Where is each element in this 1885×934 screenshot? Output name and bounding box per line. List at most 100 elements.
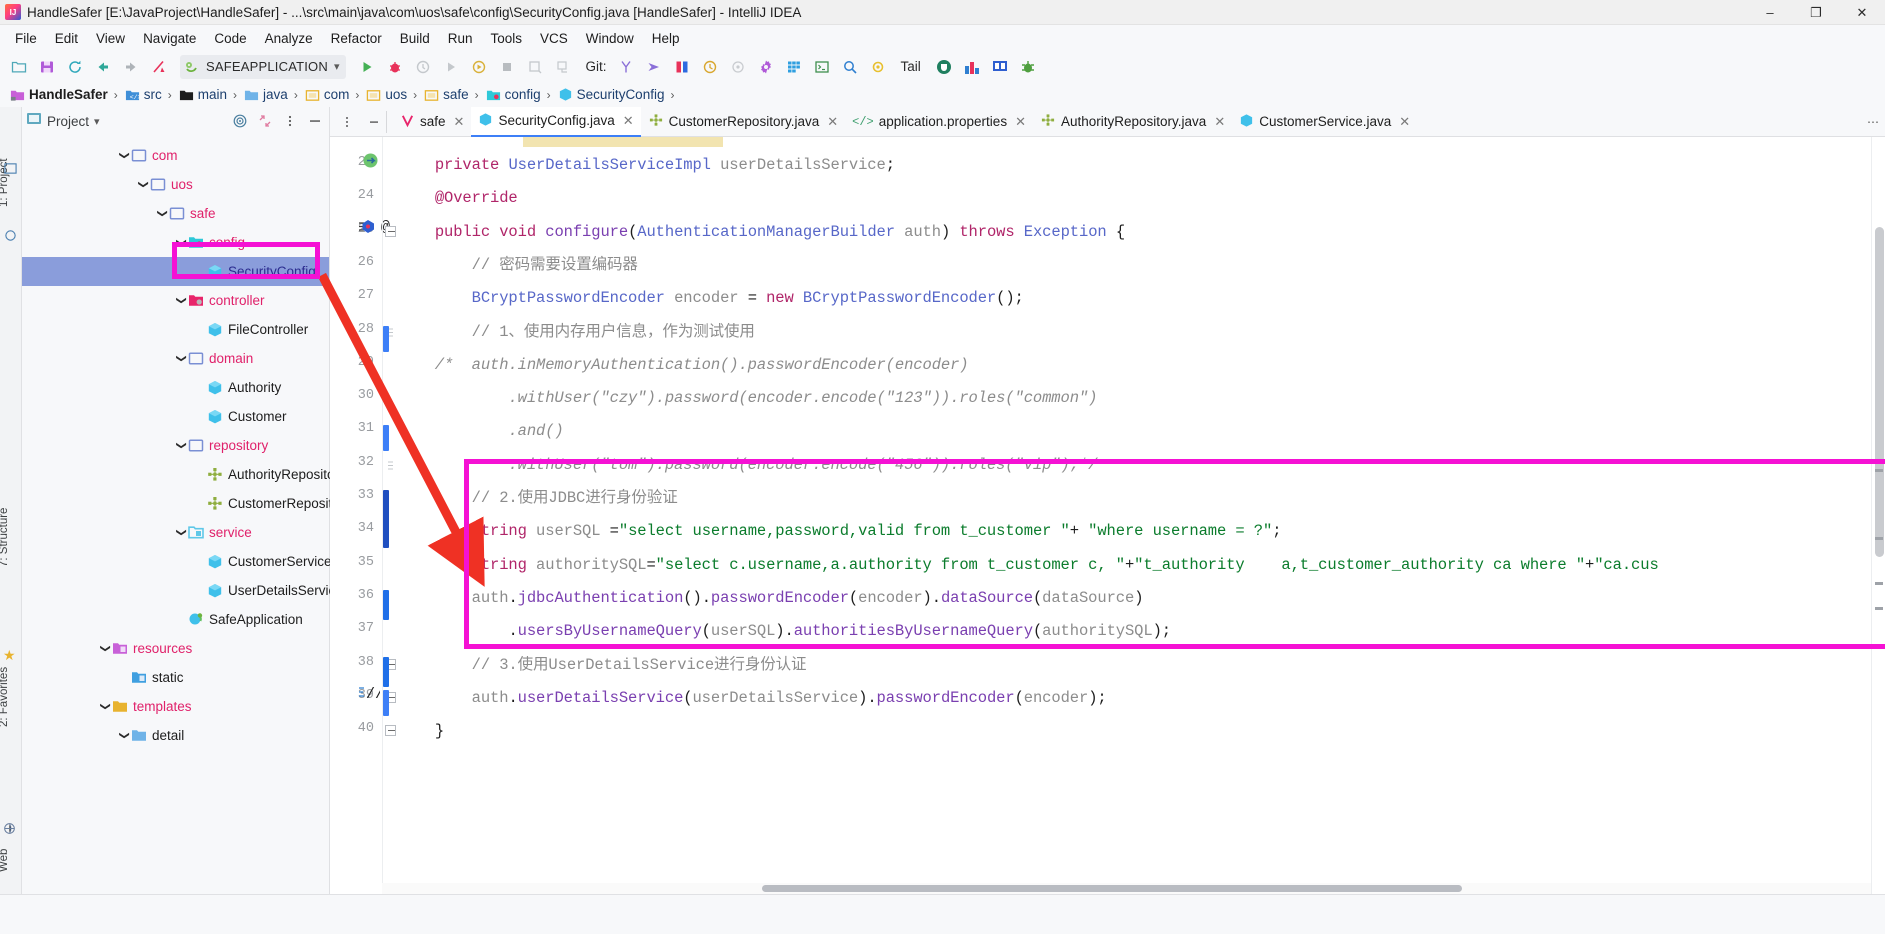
tree-item-authorityrepository[interactable]: AuthorityRepository [22,460,346,489]
build-icon[interactable] [146,54,172,80]
terminal-icon[interactable] [809,54,835,80]
tree-item-authority[interactable]: Authority [22,373,329,402]
spring-bean-gutter-icon[interactable] [358,218,378,240]
close-icon[interactable]: ✕ [827,114,838,130]
minimize-button[interactable]: – [1747,0,1793,25]
menu-window[interactable]: Window [577,29,643,48]
tree-item-service[interactable]: ❯ service [22,518,329,547]
menu-tools[interactable]: Tools [482,29,532,48]
chevron-down-icon[interactable]: ▾ [94,115,100,128]
stack-icon[interactable] [550,54,576,80]
chevron-down-icon[interactable]: ❯ [176,439,187,453]
tree-item-safeapplication[interactable]: SafeApplication [22,605,329,634]
tool-window-favorites[interactable]: 2: Favorites [0,667,10,727]
settings-gear-icon[interactable] [753,54,779,80]
chevron-down-icon[interactable]: ❯ [176,236,187,250]
attach-debugger-icon[interactable] [466,54,492,80]
marker-scrollbar[interactable] [1871,137,1885,894]
hide-panel-icon[interactable] [361,109,386,135]
coffee-icon[interactable] [931,54,957,80]
menu-analyze[interactable]: Analyze [256,29,322,48]
tree-item-repository[interactable]: ❯ repository [22,431,329,460]
maximize-button[interactable]: ❐ [1793,0,1839,25]
chevron-down-icon[interactable]: ❯ [119,729,130,743]
chevron-down-icon[interactable]: ▾ [334,60,340,73]
breadcrumb-item-handlesafer[interactable]: HandleSafer [8,87,110,102]
search-icon[interactable] [837,54,863,80]
breadcrumb-item-java[interactable]: java [242,87,290,102]
tree-item-resources[interactable]: ❯ resources [22,634,329,663]
hide-panel-icon[interactable] [305,111,325,131]
tail-label[interactable]: Tail [901,59,921,74]
step-icon[interactable] [522,54,548,80]
tree-item-templates[interactable]: ❯ templates [22,692,329,721]
profile-icon[interactable] [438,54,464,80]
code-editor[interactable]: 232425262728293031323334353637383940@// … [330,137,1885,894]
stop-icon[interactable] [494,54,520,80]
menu-build[interactable]: Build [391,29,439,48]
git-diff-icon[interactable] [669,54,695,80]
tree-item-securityconfig[interactable]: SecurityConfig [22,257,329,286]
menu-view[interactable]: View [87,29,134,48]
coverage-icon[interactable] [410,54,436,80]
tree-item-controller[interactable]: ❯ controller [22,286,329,315]
menu-edit[interactable]: Edit [46,29,87,48]
git-push-icon[interactable] [641,54,667,80]
horizontal-scrollbar[interactable] [382,883,1871,894]
breadcrumb-item-main[interactable]: main [177,87,229,102]
tree-item-domain[interactable]: ❯ domain [22,344,329,373]
fold-collapse-icon[interactable] [385,725,396,737]
back-icon[interactable] [90,54,116,80]
tree-item-customer[interactable]: Customer [22,402,329,431]
menu-navigate[interactable]: Navigate [134,29,205,48]
database-icon[interactable] [959,54,985,80]
git-branch-icon[interactable] [613,54,639,80]
save-all-icon[interactable] [34,54,60,80]
code-folding-column[interactable] [382,137,398,894]
close-icon[interactable]: ✕ [1399,114,1410,130]
forward-icon[interactable] [118,54,144,80]
tree-item-safe[interactable]: ❯ safe [22,199,329,228]
fold-collapse-icon[interactable] [385,225,396,237]
close-icon[interactable]: ✕ [454,114,465,130]
tree-item-userdetailsserviceim[interactable]: UserDetailsServiceIm [22,576,358,605]
tab-safe[interactable]: safe ✕ [393,107,471,137]
breadcrumb-item-safe[interactable]: safe [422,87,471,102]
bug-green-icon[interactable] [1015,54,1041,80]
menu-refactor[interactable]: Refactor [322,29,391,48]
chevron-down-icon[interactable]: ❯ [176,526,187,540]
breadcrumb-item-src[interactable]: </> src [123,87,164,102]
tab-customerrepository-java[interactable]: CustomerRepository.java ✕ [641,107,845,137]
breadcrumb-item-com[interactable]: com [303,87,352,102]
structure-tool-icon[interactable] [4,229,17,247]
git-revert-icon[interactable] [725,54,751,80]
tree-item-filecontroller[interactable]: FileController [22,315,329,344]
tab-authorityrepository-java[interactable]: AuthorityRepository.java ✕ [1033,107,1232,137]
locate-target-icon[interactable] [230,111,250,131]
git-history-icon[interactable] [697,54,723,80]
tab-customerservice-java[interactable]: CustomerService.java ✕ [1232,107,1417,137]
chevron-down-icon[interactable]: ❯ [100,642,111,656]
tab-securityconfig-java[interactable]: SecurityConfig.java ✕ [471,106,641,137]
tab-application-properties[interactable]: </> application.properties ✕ [845,107,1033,137]
tree-item-static[interactable]: static [22,663,329,692]
chevron-down-icon[interactable]: ❯ [176,294,187,308]
web-icon[interactable] [3,822,16,840]
collapse-all-icon[interactable] [255,111,275,131]
chevron-down-icon[interactable]: ❯ [100,700,111,714]
tree-item-detail[interactable]: ❯ detail [22,721,329,750]
tree-item-uos[interactable]: ❯ uos [22,170,329,199]
tree-item-com[interactable]: ❯ com [22,141,329,170]
code-text-area[interactable]: private UserDetailsServiceImpl userDetai… [398,137,1871,894]
fold-marker-icon[interactable] [387,457,394,470]
chevron-down-icon[interactable]: ❯ [157,207,168,221]
horizontal-scrollbar-thumb[interactable] [762,885,1462,892]
open-folder-icon[interactable] [6,54,32,80]
chevron-down-icon[interactable]: ❯ [119,149,130,163]
override-method-icon[interactable] [362,152,379,174]
tree-item-customerrepository[interactable]: CustomerRepository [22,489,351,518]
menu-code[interactable]: Code [205,29,255,48]
breadcrumb-item-securityconfig[interactable]: SecurityConfig [556,87,667,102]
breadcrumb-item-config[interactable]: config [484,87,543,102]
tool-window-structure[interactable]: 7: Structure [0,508,10,567]
